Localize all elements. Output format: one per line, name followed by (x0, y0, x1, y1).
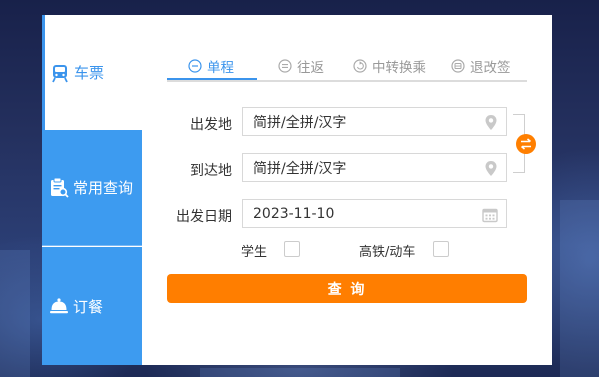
swap-stations-button[interactable] (516, 134, 536, 154)
swap-arrows-icon (520, 138, 532, 150)
sidebar-item-label: 常用查询 (73, 179, 134, 197)
arrival-station-value: 简拼/全拼/汉字 (253, 160, 347, 177)
sidebar-item-common-queries[interactable]: 常用查询 (42, 130, 142, 246)
clipboard-search-icon (51, 177, 69, 198)
departure-date-label: 出发日期 (176, 209, 232, 225)
student-label: 学生 (241, 245, 268, 260)
tab-label: 往返 (297, 60, 324, 76)
tab-refund-change[interactable]: 退改签 (451, 52, 511, 80)
query-button[interactable]: 查 询 (167, 274, 527, 303)
tab-transfer[interactable]: 中转换乘 (353, 52, 426, 80)
arrival-station-input[interactable]: 简拼/全拼/汉字 (242, 153, 507, 182)
sidebar-item-label: 车票 (74, 64, 105, 82)
departure-date-value: 2023-11-10 (253, 205, 335, 222)
highspeed-label: 高铁/动车 (359, 245, 416, 260)
departure-date-input[interactable]: 2023-11-10 (242, 199, 507, 228)
background-building (200, 368, 400, 377)
tab-round-trip[interactable]: 往返 (278, 52, 324, 80)
tab-label: 退改签 (470, 60, 511, 76)
departure-station-input[interactable]: 简拼/全拼/汉字 (242, 107, 507, 136)
train-icon (52, 64, 68, 82)
sidebar-item-tickets[interactable]: 车票 (42, 15, 142, 130)
ticket-circle-icon (451, 59, 465, 73)
equals-circle-icon (278, 59, 292, 73)
location-pin-icon (485, 161, 497, 176)
student-checkbox[interactable] (284, 241, 300, 257)
active-tab-indicator (167, 78, 257, 80)
background-building (560, 200, 599, 377)
arrival-label: 到达地 (190, 163, 232, 179)
food-cover-icon (50, 298, 68, 314)
background-building (0, 250, 30, 377)
sidebar-item-label: 订餐 (73, 297, 104, 316)
minus-circle-icon (188, 59, 202, 73)
tab-label: 单程 (207, 60, 234, 76)
tab-label: 中转换乘 (372, 60, 426, 76)
highspeed-checkbox[interactable] (433, 241, 449, 257)
calendar-icon (482, 208, 498, 223)
location-pin-icon (485, 115, 497, 130)
sidebar-item-meal-order[interactable]: 订餐 (42, 247, 142, 365)
transfer-circle-icon (353, 59, 367, 73)
tab-one-way[interactable]: 单程 (188, 52, 234, 80)
departure-station-value: 简拼/全拼/汉字 (253, 114, 347, 131)
departure-label: 出发地 (190, 117, 232, 133)
